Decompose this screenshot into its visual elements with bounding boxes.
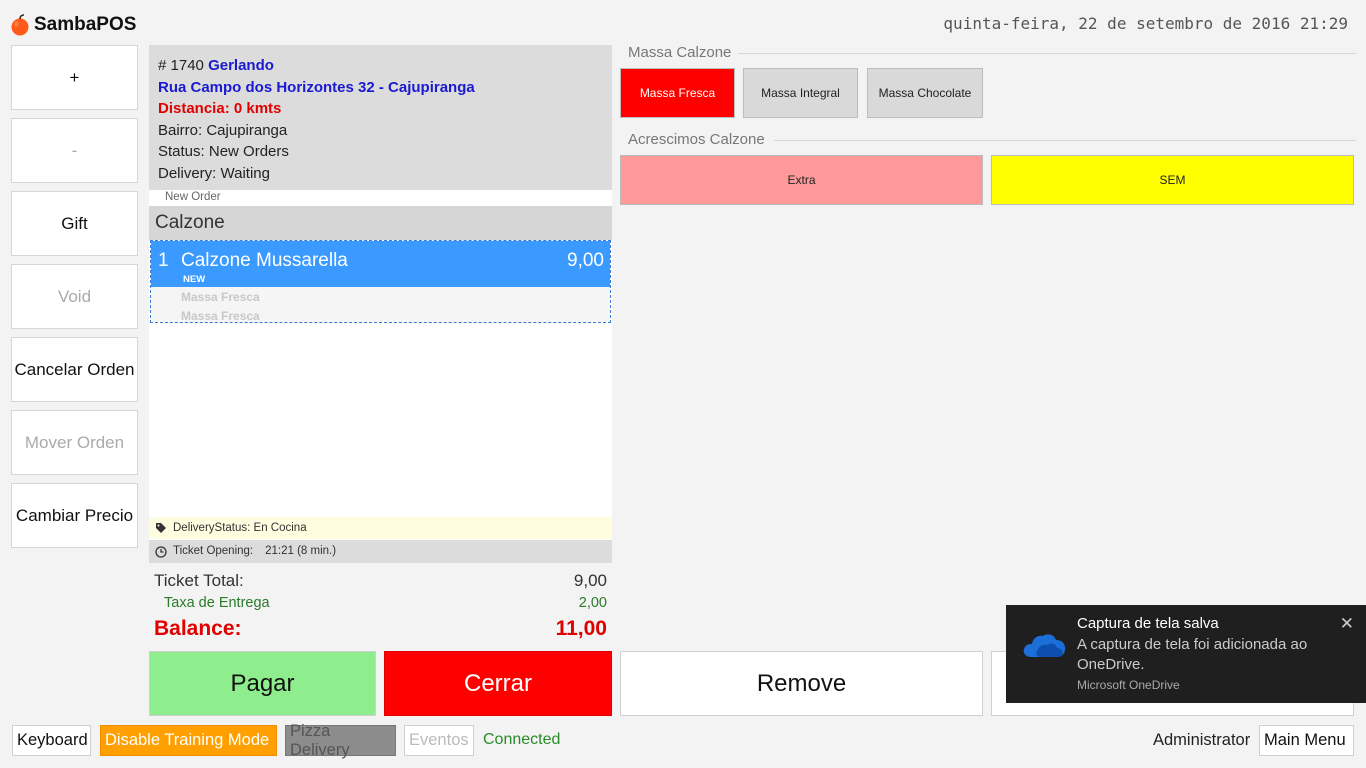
void-button[interactable]: Void	[11, 264, 138, 329]
apple-logo-icon	[11, 14, 29, 36]
eventos-button[interactable]: Eventos	[404, 725, 474, 756]
pizza-delivery-button[interactable]: Pizza Delivery	[285, 722, 396, 759]
sem-button[interactable]: SEM	[991, 155, 1354, 205]
ticket-total-value: 9,00	[573, 571, 607, 590]
toast-body: A captura de tela foi adicionada ao OneD…	[1077, 636, 1308, 673]
clock-icon	[155, 545, 167, 558]
section-divider	[774, 140, 1356, 141]
decrease-button[interactable]: -	[11, 118, 138, 183]
massa-section-title: Massa Calzone	[628, 44, 732, 61]
section-divider	[738, 53, 1356, 54]
ticket-opening: Ticket Opening: 21:21 (8 min.)	[149, 540, 612, 563]
delivery-fee-label: Taxa de Entrega	[164, 595, 270, 611]
ticket-header-line: # 1740 Gerlando	[158, 55, 603, 77]
delivery-distance: Distancia: 0 kmts	[158, 100, 282, 117]
new-order-label: New Order	[165, 191, 221, 203]
ticket-total-label: Ticket Total:	[154, 571, 244, 590]
balance-row: Balance: 11,00	[154, 617, 607, 641]
pay-button[interactable]: Pagar	[149, 651, 376, 716]
user-name: Administrator	[1153, 731, 1251, 749]
order-line[interactable]: 1 Calzone Mussarella 9,00 NEW Massa Fres…	[150, 240, 611, 323]
acrescimos-section-title: Acrescimos Calzone	[628, 131, 765, 148]
customer-bairro: Bairro: Cajupiranga	[158, 121, 288, 139]
delivery-status-text: DeliveryStatus: En Cocina	[173, 522, 307, 534]
order-qty: 1	[158, 250, 169, 271]
order-modifiers: Massa Fresca Massa Fresca	[151, 287, 610, 323]
onedrive-cloud-icon	[1023, 634, 1066, 657]
delivery-fee-row: Taxa de Entrega 2,00	[154, 595, 607, 611]
change-price-button[interactable]: Cambiar Precio	[11, 483, 138, 548]
cancel-order-button[interactable]: Cancelar Orden	[11, 337, 138, 402]
gift-button[interactable]: Gift	[11, 191, 138, 256]
ticket-opening-value: 21:21 (8 min.)	[265, 545, 337, 557]
datetime: quinta-feira, 22 de setembro de 2016 21:…	[943, 14, 1348, 33]
massa-integral-button[interactable]: Massa Integral	[743, 68, 858, 118]
balance-value: 11,00	[555, 617, 607, 640]
ticket-opening-label: Ticket Opening:	[173, 545, 254, 557]
move-order-button[interactable]: Mover Orden	[11, 410, 138, 475]
disable-training-mode-button[interactable]: Disable Training Mode	[100, 725, 277, 756]
toast-source: Microsoft OneDrive	[1077, 678, 1180, 692]
massa-chocolate-button[interactable]: Massa Chocolate	[867, 68, 983, 118]
toast-title: Captura de tela salva	[1077, 615, 1219, 632]
ticket-info: # 1740 Gerlando Rua Campo dos Horizontes…	[149, 45, 612, 190]
keyboard-button[interactable]: Keyboard	[12, 725, 91, 756]
order-line-selected[interactable]: 1 Calzone Mussarella 9,00 NEW	[151, 241, 610, 287]
app-name: SambaPOS	[34, 14, 137, 35]
order-name: Calzone Mussarella	[181, 250, 348, 271]
order-new-badge: NEW	[183, 274, 206, 285]
remove-button[interactable]: Remove	[620, 651, 983, 716]
order-price: 9,00	[567, 250, 604, 271]
ticket-total-row: Ticket Total: 9,00	[154, 571, 607, 591]
close-icon[interactable]: ✕	[1340, 614, 1354, 634]
tag-icon	[156, 523, 166, 533]
customer-name: Gerlando	[208, 57, 274, 74]
ticket-number: # 1740	[158, 57, 204, 74]
close-button[interactable]: Cerrar	[384, 651, 612, 716]
order-modifier: Massa Fresca	[181, 309, 260, 323]
ticket-panel: # 1740 Gerlando Rua Campo dos Horizontes…	[149, 45, 612, 563]
ticket-status: Status: New Orders	[158, 143, 289, 160]
delivery-state: Delivery: Waiting	[158, 164, 270, 182]
onedrive-toast[interactable]: Captura de tela salva A captura de tela …	[1006, 605, 1366, 703]
customer-address: Rua Campo dos Horizontes 32 - Cajupirang…	[158, 78, 475, 96]
extra-button[interactable]: Extra	[620, 155, 983, 205]
increase-button[interactable]: +	[11, 45, 138, 110]
order-group-header: Calzone	[149, 206, 612, 240]
connection-status: Connected	[483, 731, 561, 748]
delivery-status-tag: DeliveryStatus: En Cocina	[149, 517, 612, 539]
order-modifier: Massa Fresca	[181, 290, 260, 304]
massa-fresca-button[interactable]: Massa Fresca	[620, 68, 735, 118]
balance-label: Balance:	[154, 617, 242, 640]
delivery-fee-value: 2,00	[578, 595, 607, 611]
main-menu-button[interactable]: Main Menu	[1259, 725, 1354, 756]
app-logo: SambaPOS	[10, 12, 136, 38]
